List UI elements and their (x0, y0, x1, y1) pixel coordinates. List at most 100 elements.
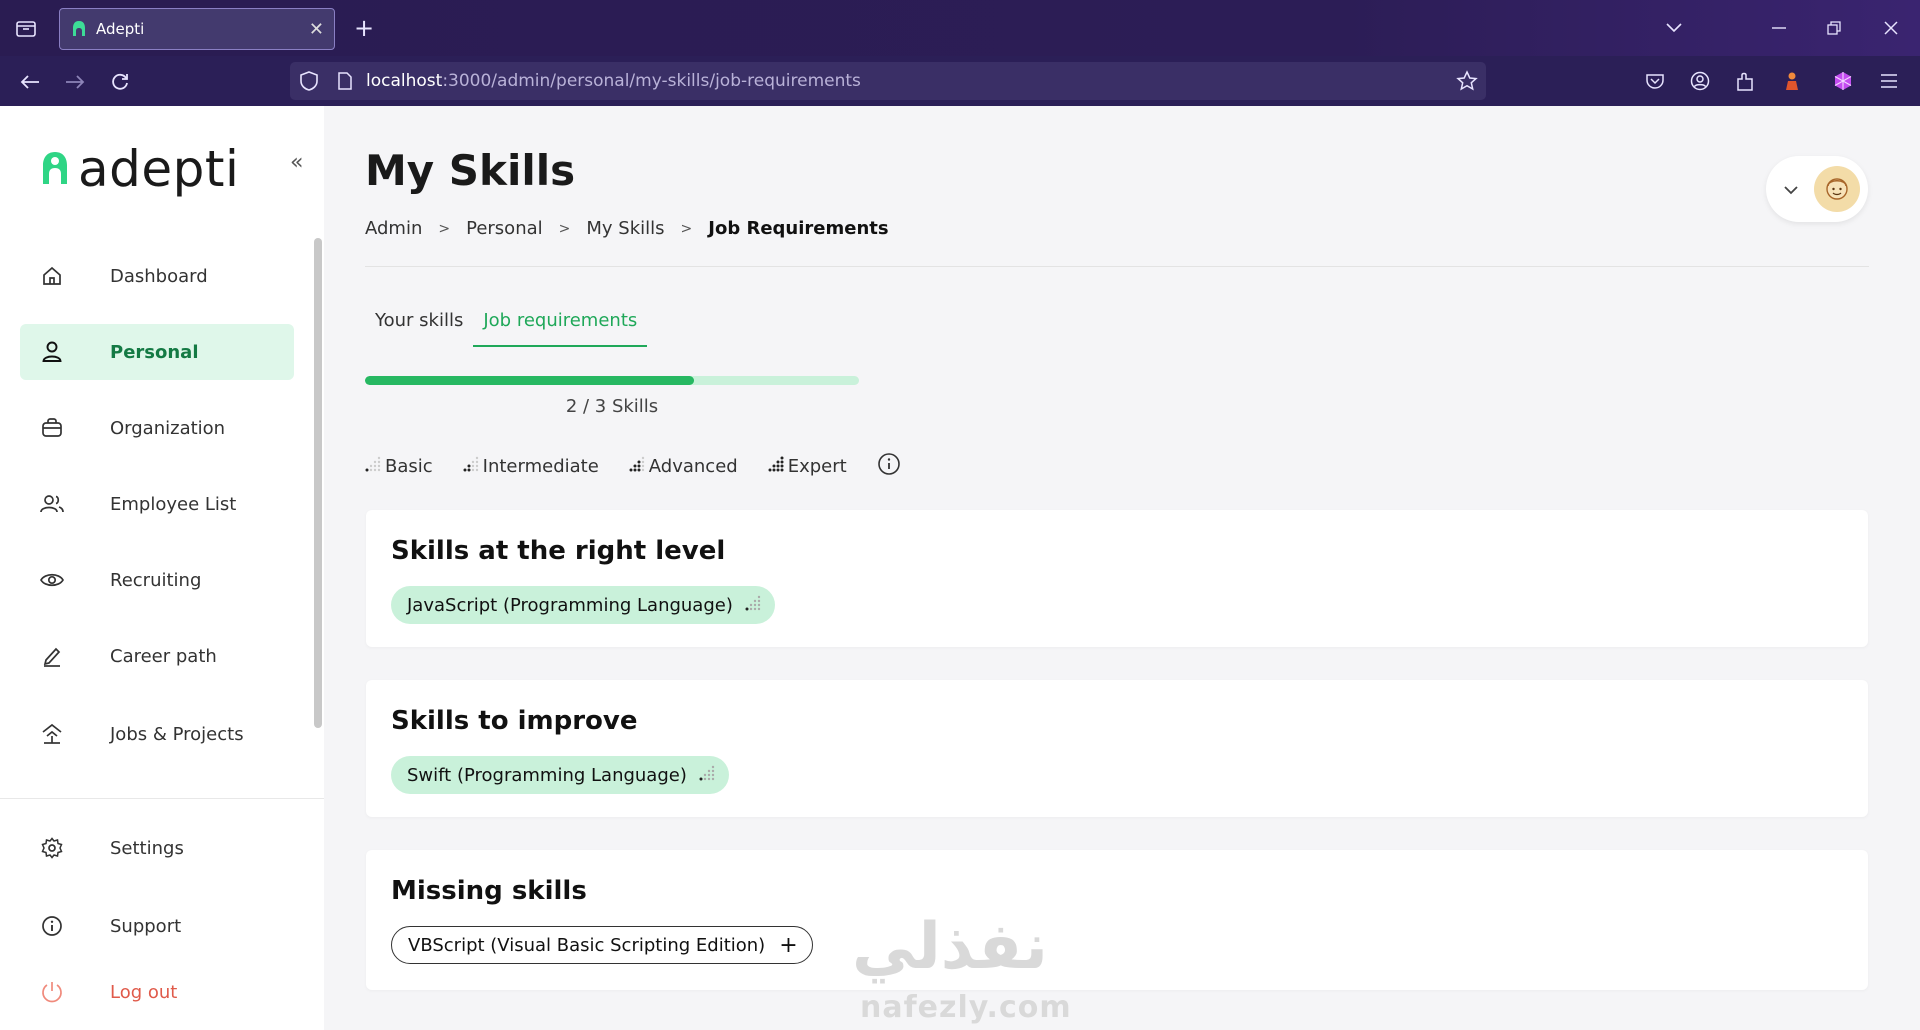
add-skill-chip[interactable]: VBScript (Visual Basic Scripting Edition… (391, 926, 813, 964)
watermark-arabic: نفذلي (852, 910, 1048, 984)
legend-label: Advanced (648, 456, 738, 477)
extensions-icon[interactable] (1732, 68, 1758, 94)
user-icon (40, 340, 64, 364)
sidebar-item-label: Jobs & Projects (110, 723, 244, 745)
skill-chip-label: VBScript (Visual Basic Scripting Edition… (408, 934, 766, 956)
breadcrumb-item-personal[interactable]: Personal (466, 218, 543, 239)
skill-chip[interactable]: JavaScript (Programming Language) (391, 586, 775, 624)
bookmark-star-icon[interactable] (1454, 68, 1480, 94)
jobs-icon (40, 722, 64, 746)
watermark-latin: nafezly.com (860, 990, 1072, 1025)
home-icon (40, 264, 64, 288)
card-title: Skills at the right level (391, 536, 726, 566)
sidebar-item-label: Log out (110, 981, 178, 1003)
skills-progress-bar (365, 376, 859, 385)
sidebar-item-employee-list[interactable]: Employee List (20, 476, 294, 532)
back-arrow-icon[interactable] (16, 68, 44, 96)
legend-label: Intermediate (482, 456, 599, 477)
collapse-sidebar-icon[interactable]: « (290, 150, 303, 175)
breadcrumb-separator: > (680, 220, 693, 237)
card-skills-to-improve: Skills to improve Swift (Programming Lan… (366, 680, 1868, 817)
legend-advanced: Advanced (629, 456, 738, 477)
tab-job-requirements[interactable]: Job requirements (473, 302, 648, 347)
user-menu[interactable] (1766, 156, 1868, 222)
users-icon (40, 492, 64, 516)
tab-title: Adepti (96, 20, 145, 38)
info-icon (40, 914, 64, 938)
level-expert-icon (768, 456, 784, 477)
new-tab-button[interactable]: + (350, 14, 378, 42)
sidebar-item-support[interactable]: Support (20, 898, 294, 954)
sidebar-item-logout[interactable]: Log out (20, 964, 294, 1020)
page-info-icon[interactable] (332, 68, 358, 94)
skills-progress-label: 2 / 3 Skills (565, 396, 659, 417)
skills-progress-fill (365, 376, 695, 385)
breadcrumb: Admin > Personal > My Skills > Job Requi… (365, 218, 889, 239)
info-icon[interactable] (877, 452, 901, 481)
logo-text: adepti (78, 140, 240, 198)
skill-chip-label: Swift (Programming Language) (407, 764, 687, 786)
breadcrumb-item-admin[interactable]: Admin (365, 218, 422, 239)
skill-chip[interactable]: Swift (Programming Language) (391, 756, 729, 794)
card-missing-skills: Missing skills VBScript (Visual Basic Sc… (366, 850, 1868, 990)
sidebar-item-recruiting[interactable]: Recruiting (20, 552, 294, 608)
sidebar-item-label: Employee List (110, 493, 237, 515)
tab-your-skills[interactable]: Your skills (365, 302, 473, 347)
sidebar-item-label: Recruiting (110, 569, 202, 591)
sidebar-item-jobs-projects[interactable]: Jobs & Projects (20, 706, 294, 762)
breadcrumb-item-current: Job Requirements (708, 218, 889, 239)
card-title: Missing skills (391, 876, 587, 906)
level-intermediate-icon (463, 456, 479, 477)
eye-icon (40, 568, 64, 592)
level-advanced-icon (629, 456, 645, 477)
card-skills-right-level: Skills at the right level JavaScript (Pr… (366, 510, 1868, 647)
sidebar-item-dashboard[interactable]: Dashboard (20, 248, 294, 304)
level-basic-icon (745, 595, 761, 616)
adepti-logo[interactable]: adepti (40, 140, 239, 198)
sidebar-item-label: Dashboard (110, 265, 208, 287)
power-icon (40, 980, 64, 1004)
sidebar-divider (0, 798, 324, 799)
restore-window-icon[interactable] (1820, 14, 1848, 42)
forward-arrow-icon[interactable] (61, 68, 89, 96)
tab-list-icon[interactable] (12, 14, 40, 42)
sidebar-item-career-path[interactable]: Career path (20, 628, 294, 684)
sidebar-item-label: Settings (110, 837, 184, 859)
minimize-window-icon[interactable] (1765, 14, 1793, 42)
reload-icon[interactable] (106, 68, 134, 96)
extension-figure-icon[interactable] (1779, 68, 1805, 94)
gear-icon (40, 836, 64, 860)
skill-level-legend: Basic Intermediate Advanced Expert (365, 452, 901, 481)
sidebar-item-settings[interactable]: Settings (20, 820, 294, 876)
menu-hamburger-icon[interactable] (1876, 68, 1902, 94)
breadcrumb-item-my-skills[interactable]: My Skills (586, 218, 664, 239)
skills-tabs: Your skills Job requirements (365, 302, 648, 347)
breadcrumb-separator: > (558, 220, 571, 237)
legend-basic: Basic (365, 456, 433, 477)
browser-tab[interactable]: Adepti ✕ (59, 8, 335, 50)
level-basic-icon (699, 765, 715, 786)
address-bar[interactable]: localhost:3000/admin/personal/my-skills/… (290, 62, 1486, 100)
shield-icon[interactable] (296, 68, 322, 94)
avatar (1814, 166, 1860, 212)
url-host: localhost (366, 71, 443, 91)
header-divider (365, 266, 1869, 267)
sidebar-item-personal[interactable]: Personal (20, 324, 294, 380)
account-icon[interactable] (1687, 68, 1713, 94)
close-window-icon[interactable] (1877, 14, 1905, 42)
page-title: My Skills (365, 146, 576, 195)
extension-cube-icon[interactable] (1830, 68, 1856, 94)
pen-icon (40, 644, 64, 668)
sidebar-item-organization[interactable]: Organization (20, 400, 294, 456)
card-title: Skills to improve (391, 706, 638, 736)
sidebar-scrollbar[interactable] (314, 238, 322, 728)
tab-close-icon[interactable]: ✕ (309, 19, 324, 40)
legend-label: Basic (385, 456, 433, 477)
skill-chip-label: JavaScript (Programming Language) (407, 594, 733, 616)
list-all-tabs-icon[interactable] (1660, 14, 1688, 42)
pocket-icon[interactable] (1642, 68, 1668, 94)
url-path: :3000/admin/personal/my-skills/job-requi… (442, 71, 861, 91)
chevron-down-icon (1784, 180, 1798, 199)
breadcrumb-separator: > (438, 220, 451, 237)
adepti-logo-icon (43, 152, 67, 184)
